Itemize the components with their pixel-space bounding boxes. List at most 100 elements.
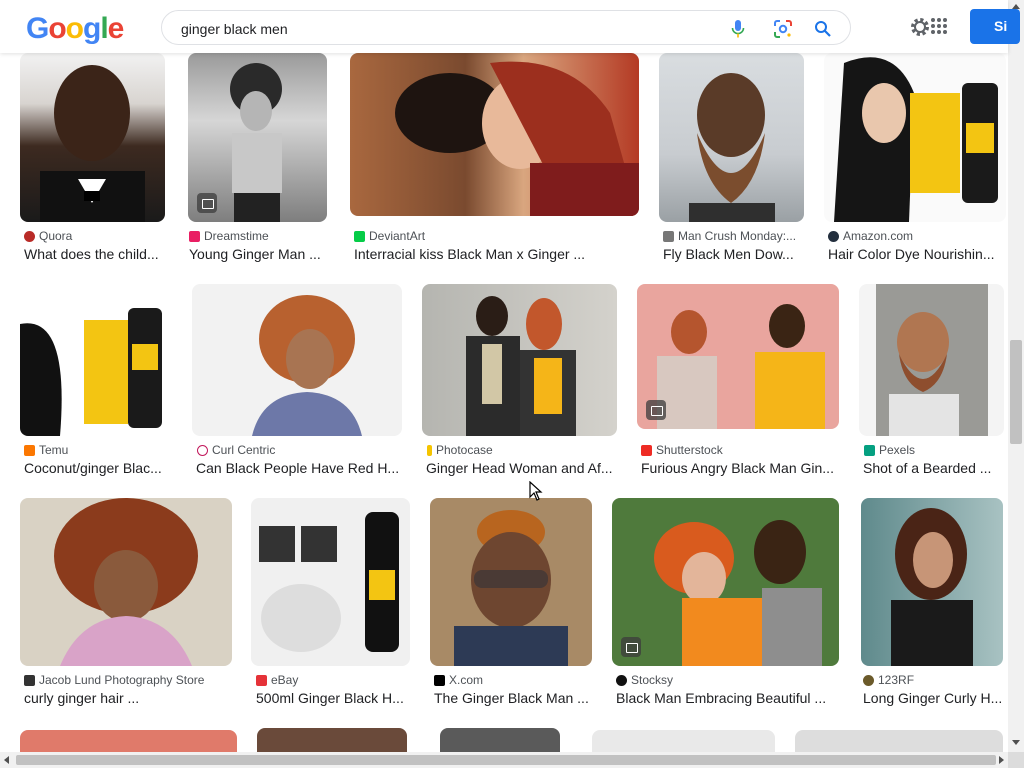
hair-dye-bottle-image (259, 512, 399, 652)
result-thumbnail[interactable] (824, 53, 1006, 222)
result-thumbnail[interactable] (861, 498, 1003, 666)
source-label: Photocase (436, 443, 493, 457)
apps-grid-icon[interactable] (930, 17, 948, 35)
result-title[interactable]: 500ml Ginger Black H... (256, 690, 408, 708)
search-box (161, 10, 851, 45)
result-title[interactable]: Furious Angry Black Man Gin... (641, 460, 837, 478)
result-thumbnail[interactable] (659, 53, 804, 222)
source-label: Shutterstock (656, 443, 723, 457)
result-thumbnail[interactable] (592, 730, 775, 752)
result-thumbnail[interactable] (430, 498, 592, 666)
result-thumbnail[interactable] (795, 730, 1003, 752)
result-title[interactable]: Interracial kiss Black Man x Ginger ... (354, 246, 634, 264)
horizontal-scroll-thumb[interactable] (16, 755, 996, 765)
source-label: DeviantArt (369, 229, 426, 243)
scroll-left-arrow-icon[interactable] (4, 756, 9, 764)
result-source: Quora (24, 229, 164, 243)
result-title[interactable]: Ginger Head Woman and Af... (426, 460, 616, 478)
ebay-icon (256, 674, 267, 686)
scroll-down-arrow-icon[interactable] (1012, 740, 1020, 745)
result-thumbnail[interactable] (20, 53, 165, 222)
result-thumbnail[interactable] (20, 498, 232, 666)
result-thumbnail[interactable] (251, 498, 410, 666)
x-icon (434, 674, 445, 686)
result-source: Pexels (864, 443, 1004, 457)
bearded-man-image (689, 73, 775, 222)
result-source: Temu (24, 443, 174, 457)
result-source: Shutterstock (641, 443, 837, 457)
gear-icon[interactable] (908, 15, 932, 39)
curlcentric-icon (197, 444, 208, 456)
logo-letter: G (26, 12, 49, 45)
image-badge-icon (197, 193, 217, 213)
vertical-scroll-thumb[interactable] (1010, 340, 1022, 444)
result-title[interactable]: Black Man Embracing Beautiful ... (616, 690, 836, 708)
result-title[interactable]: What does the child... (24, 246, 164, 264)
coconut-ginger-product-image (20, 308, 162, 436)
source-label: Quora (39, 229, 73, 243)
result-thumbnail[interactable] (20, 730, 237, 752)
curly-hair-image (54, 498, 198, 666)
result-thumbnail[interactable] (192, 284, 402, 436)
result-source: Dreamstime (189, 229, 329, 243)
red-hair-woman-image (252, 295, 362, 436)
shutterstock-icon (641, 444, 652, 456)
kiss-image (395, 61, 639, 216)
mic-icon[interactable] (726, 17, 750, 41)
pexels-icon (864, 444, 875, 456)
header-bar: Google Si (0, 0, 1020, 53)
embracing-couple-image (654, 520, 822, 666)
result-title[interactable]: The Ginger Black Man ... (434, 690, 590, 708)
result-title[interactable]: curly ginger hair ... (24, 690, 232, 708)
source-label: Amazon.com (843, 229, 914, 243)
stocksy-icon (616, 674, 627, 686)
quora-icon (24, 230, 35, 242)
result-title[interactable]: Long Ginger Curly H... (863, 690, 1003, 708)
result-title[interactable]: Shot of a Bearded ... (863, 460, 1003, 478)
logo-letter: e (107, 12, 125, 45)
scroll-right-arrow-icon[interactable] (999, 756, 1004, 764)
amazon-icon (828, 230, 839, 242)
result-title[interactable]: Can Black People Have Red H... (196, 460, 400, 478)
source-label: X.com (449, 673, 484, 687)
result-title[interactable]: Young Ginger Man ... (189, 246, 325, 264)
result-thumbnail[interactable] (612, 498, 839, 666)
source-label: Jacob Lund Photography Store (39, 673, 205, 687)
search-icon[interactable] (811, 17, 835, 41)
result-thumbnail[interactable] (637, 284, 839, 429)
google-logo[interactable]: Google (26, 12, 125, 46)
result-thumbnail[interactable] (440, 728, 560, 752)
logo-letter: l (100, 12, 108, 45)
jacoblund-icon (24, 674, 35, 686)
result-thumbnail[interactable] (350, 53, 639, 216)
image-badge-icon (646, 400, 666, 420)
logo-letter: g (83, 12, 101, 45)
photocase-icon (427, 444, 432, 456)
result-title[interactable]: Fly Black Men Dow... (663, 246, 803, 264)
angry-couple-image (657, 304, 825, 429)
bearded-portrait-image (876, 284, 988, 436)
source-label: Temu (39, 443, 69, 457)
result-thumbnail[interactable] (20, 284, 172, 436)
result-thumbnail[interactable] (859, 284, 1004, 436)
lens-icon[interactable] (771, 17, 795, 41)
search-input[interactable] (181, 19, 701, 39)
source-label: Dreamstime (204, 229, 269, 243)
result-title[interactable]: Hair Color Dye Nourishin... (828, 246, 1000, 264)
sign-in-button[interactable]: Si (970, 9, 1020, 44)
result-source: Jacob Lund Photography Store (24, 673, 232, 687)
result-thumbnail[interactable] (257, 728, 407, 752)
deviantart-icon (354, 230, 365, 242)
result-source: Curl Centric (197, 443, 397, 457)
portrait-image (40, 65, 145, 222)
result-title[interactable]: Coconut/ginger Blac... (24, 460, 172, 478)
result-source: 123RF (863, 673, 1005, 687)
couple-image (466, 296, 576, 436)
result-source: DeviantArt (354, 229, 634, 243)
source-label: Man Crush Monday:... (678, 229, 797, 243)
result-source: eBay (256, 673, 410, 687)
result-thumbnail[interactable] (422, 284, 617, 436)
result-thumbnail[interactable] (188, 53, 327, 222)
temu-icon (24, 444, 35, 456)
result-source: Photocase (427, 443, 617, 457)
